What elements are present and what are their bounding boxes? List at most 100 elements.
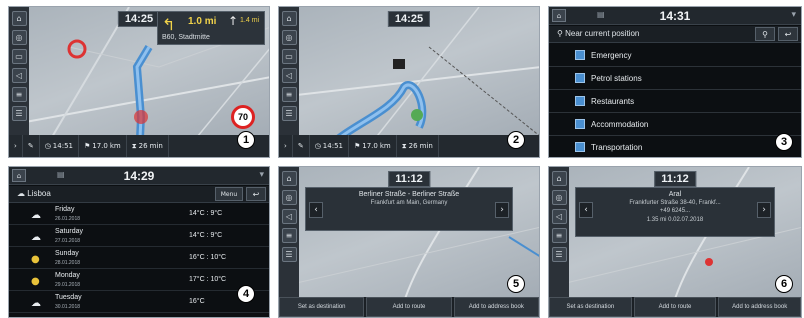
poi-phone: +49 6245... (659, 208, 691, 214)
poi-overlay: ‹ Aral Frankfurter Straße 38-40, Frankf.… (575, 187, 775, 237)
remaining-time: ⧗ 26 min (397, 135, 439, 157)
cloud-icon: ☁ (31, 210, 41, 221)
address-line-2: Frankfurt am Main, Germany (370, 200, 448, 206)
signal-icon: ▾ (791, 10, 796, 20)
side-toolbar: ⌂ ◎ ◁ ≡ ☰ (279, 167, 299, 297)
volume-icon[interactable]: ◁ (281, 209, 297, 224)
map-mode-icon[interactable]: ▭ (11, 49, 27, 64)
remaining-distance: ⚑ 17.0 km (79, 135, 127, 157)
category-item[interactable]: Accommodation (549, 113, 801, 136)
back-button[interactable]: › (9, 135, 23, 157)
figure-number: 3 (775, 133, 793, 151)
clock: 14:25 (387, 11, 431, 27)
screen-map-overview: ⌂ ◎ ▭ ◁ ≡ ☰ 14:25 › ✎ ◷ 14:51 ⚑ 17.0 km … (278, 6, 540, 158)
home-icon[interactable]: ⌂ (12, 169, 26, 182)
poi-distance: 1.35 mi 0.02.07.2018 (646, 217, 704, 223)
forecast-row: ☁ Saturday 27.01.2018 14°C : 9°C (9, 226, 269, 247)
category-item[interactable]: Emergency (549, 44, 801, 67)
home-icon[interactable]: ⌂ (552, 9, 566, 22)
figure-number: 6 (775, 275, 793, 293)
forecast-row: ● Sunday 28.01.2018 16°C : 10°C (9, 248, 269, 269)
straight-arrow-icon: ↑ (228, 14, 239, 28)
home-icon[interactable]: ⌂ (281, 171, 297, 186)
back-button[interactable]: › (279, 135, 293, 157)
figure-number: 5 (507, 275, 525, 293)
set-destination-button[interactable]: Set as destination (549, 297, 632, 317)
route-options-icon[interactable]: ✎ (23, 135, 40, 157)
top-bar: ⌂ ▤ 14:29 ▾ (9, 167, 269, 185)
forecast-row: ☁ Friday 26.01.2018 14°C : 9°C (9, 204, 269, 225)
map-mode-icon[interactable]: ▭ (281, 49, 297, 64)
add-to-address-book-button[interactable]: Add to address book (718, 297, 801, 317)
address-overlay: ‹ Berliner Straße - Berliner Straße Fran… (305, 187, 513, 231)
search-location-label: ⚲ Near current position (557, 29, 640, 38)
compass-icon[interactable]: ◎ (551, 190, 567, 205)
status-bar: › ✎ ◷ 14:51 ⚑ 17.0 km ⧗ 26 min (279, 135, 539, 157)
side-toolbar: ⌂ ◎ ◁ ≡ ☰ (549, 167, 569, 297)
compass-icon[interactable]: ◎ (11, 30, 27, 45)
forecast-row: ● Monday 29.01.2018 17°C : 10°C (9, 270, 269, 291)
compass-icon[interactable]: ◎ (281, 30, 297, 45)
side-toolbar: ⌂ ◎ ▭ ◁ ≡ ☰ (279, 7, 299, 135)
back-button[interactable]: ↩ (778, 27, 798, 41)
poi-name: Aral (668, 191, 682, 198)
route-icon[interactable]: ≡ (11, 87, 27, 102)
status-bar: › ✎ ◷ 14:51 ⚑ 17.0 km ⧗ 26 min (9, 135, 269, 157)
screen-route-guidance: ⌂ ◎ ▭ ◁ ≡ ☰ 14:25 ↰ 1.0 mi ↑ 1.4 mi B60,… (8, 6, 270, 158)
back-button[interactable]: ↩ (246, 187, 266, 201)
menu-icon[interactable]: ☰ (281, 106, 297, 121)
street-name: B60, Stadtmitte (162, 34, 210, 41)
route-icon[interactable]: ≡ (281, 228, 297, 243)
forecast-row: ☁ Tuesday 30.01.2018 16°C (9, 292, 269, 313)
sun-icon: ● (31, 276, 40, 287)
previous-button[interactable]: ‹ (579, 202, 593, 218)
clock: 14:29 (123, 169, 155, 183)
add-to-route-button[interactable]: Add to route (366, 297, 452, 317)
home-icon[interactable]: ⌂ (11, 11, 27, 26)
figure-number: 1 (237, 131, 255, 149)
add-to-route-button[interactable]: Add to route (633, 297, 717, 317)
menu-icon[interactable]: ☰ (281, 247, 297, 262)
route-options-icon[interactable]: ✎ (293, 135, 310, 157)
figure-number: 2 (507, 131, 525, 149)
volume-icon[interactable]: ◁ (551, 209, 567, 224)
home-icon[interactable]: ⌂ (551, 171, 567, 186)
address-line-1: Berliner Straße - Berliner Straße (358, 191, 460, 198)
transport-icon (575, 142, 585, 152)
fuel-icon (575, 73, 585, 83)
clock: 14:25 (117, 11, 161, 27)
signal-icon: ▾ (259, 170, 264, 180)
category-item[interactable]: Transportation (549, 136, 801, 157)
route-icon[interactable]: ≡ (281, 87, 297, 102)
side-toolbar: ⌂ ◎ ▭ ◁ ≡ ☰ (9, 7, 29, 135)
volume-icon[interactable]: ◁ (281, 68, 297, 83)
city-row: ☁ Lisboa Menu ↩ (9, 186, 269, 203)
previous-button[interactable]: ‹ (309, 202, 323, 218)
menu-icon[interactable]: ☰ (551, 247, 567, 262)
compass-icon[interactable]: ◎ (281, 190, 297, 205)
next-button[interactable]: › (495, 202, 509, 218)
poi-address: Frankfurter Straße 38-40, Frankf... (629, 200, 721, 206)
search-row: ⚲ Near current position ⚲ ↩ (549, 26, 801, 43)
route-icon[interactable]: ≡ (551, 228, 567, 243)
figure-number: 4 (237, 285, 255, 303)
menu-button[interactable]: Menu (215, 187, 243, 201)
turn-left-arrow-icon: ↰ (162, 15, 176, 34)
menu-icon[interactable]: ☰ (11, 106, 27, 121)
search-button[interactable]: ⚲ (755, 27, 775, 41)
cloud-icon: ☁ (31, 298, 41, 309)
speed-limit-sign: 70 (231, 105, 255, 129)
add-to-address-book-button[interactable]: Add to address book (453, 297, 539, 317)
home-icon[interactable]: ⌂ (281, 11, 297, 26)
volume-icon[interactable]: ◁ (11, 68, 27, 83)
next-button[interactable]: › (757, 202, 771, 218)
action-bar: Set as destination Add to route Add to a… (549, 297, 801, 317)
next-distance: 1.4 mi (240, 17, 260, 24)
category-item[interactable]: Restaurants (549, 90, 801, 113)
set-destination-button[interactable]: Set as destination (279, 297, 365, 317)
category-item[interactable]: Petrol stations (549, 67, 801, 90)
hotel-icon (575, 119, 585, 129)
top-bar: ⌂ ▤ 14:31 ▾ (549, 7, 801, 25)
manual-figure: ⌂ ◎ ▭ ◁ ≡ ☰ 14:25 ↰ 1.0 mi ↑ 1.4 mi B60,… (0, 0, 804, 318)
screen-weather: ⌂ ▤ 14:29 ▾ ☁ Lisboa Menu ↩ ☁ Friday 26.01… (8, 166, 270, 318)
